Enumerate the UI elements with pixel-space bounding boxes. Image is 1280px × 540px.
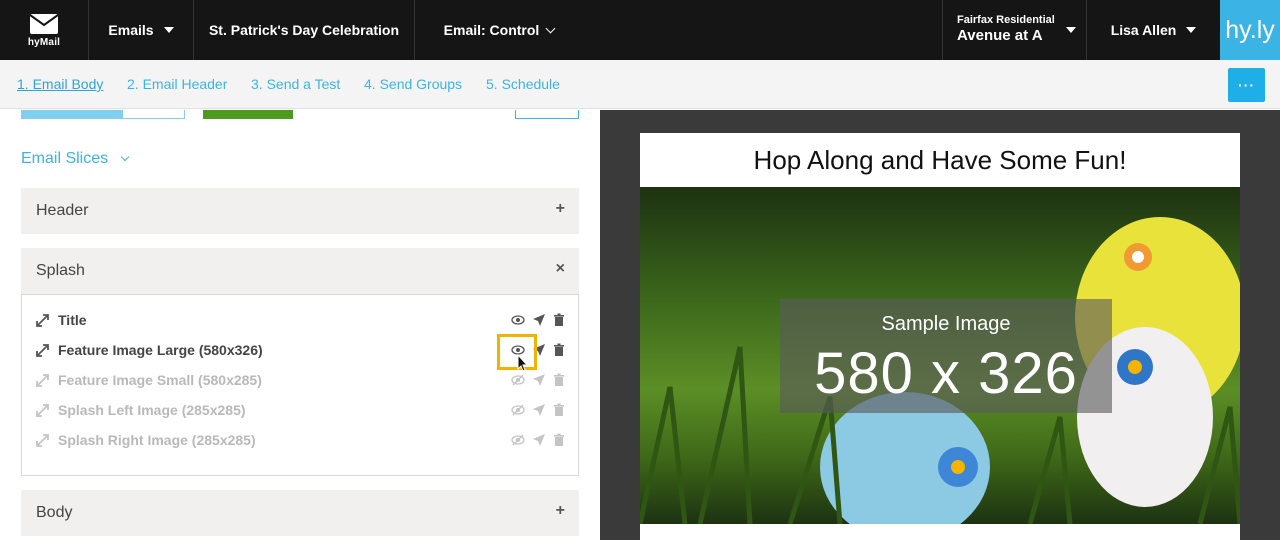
step-send-groups[interactable]: 4. Send Groups (364, 76, 462, 92)
slice-label: Feature Image Small (580x285) (58, 372, 262, 388)
section-header-label: Header (36, 202, 89, 219)
expand-icon[interactable] (36, 344, 49, 357)
toolbar-button-3[interactable] (515, 110, 579, 119)
steps-bar: 1. Email Body 2. Email Header 3. Send a … (0, 60, 1280, 109)
sample-image-overlay: Sample Image 580 x 326 (780, 299, 1112, 413)
top-navigation-bar: hyMail Emails St. Patrick's Day Celebrat… (0, 0, 1280, 60)
logo-label: hyMail (27, 37, 61, 48)
slice-label: Title (58, 312, 87, 328)
variant-label: Email: Control (443, 22, 540, 38)
caret-down-icon (1066, 27, 1076, 33)
brand-label: hy.ly (1225, 15, 1275, 44)
section-body-label: Body (36, 504, 73, 521)
email-title: Hop Along and Have Some Fun! (753, 144, 1127, 175)
toolbar-button-2[interactable] (122, 110, 185, 119)
send-icon[interactable] (532, 313, 546, 327)
section-splash-label: Splash (36, 262, 85, 279)
user-menu[interactable]: Lisa Allen (1087, 0, 1220, 60)
toolbar-button-1[interactable] (21, 110, 122, 119)
trash-icon[interactable] (552, 313, 566, 327)
feature-image: Sample Image 580 x 326 (640, 187, 1240, 524)
trash-icon[interactable] (552, 403, 566, 417)
editor-panel: Email Slices Header + Splash × Title Feat… (0, 110, 600, 540)
step-email-body[interactable]: 1. Email Body (17, 76, 103, 92)
step-schedule[interactable]: 5. Schedule (486, 76, 560, 92)
step-send-test[interactable]: 3. Send a Test (251, 76, 340, 92)
email-preview-pane: Hop Along and Have Some Fun! Sample Imag… (600, 110, 1280, 540)
emails-menu-label: Emails (108, 22, 154, 38)
splash-slice-list: Title Feature Image Large (580x326) Featur… (21, 294, 579, 476)
trash-icon[interactable] (552, 433, 566, 447)
send-icon[interactable] (532, 403, 546, 417)
mouse-cursor-icon (517, 354, 529, 372)
list-item[interactable]: Feature Image Large (580x326) (22, 335, 578, 365)
caret-down-icon (1186, 27, 1197, 33)
chevron-down-icon (120, 152, 129, 162)
plus-icon[interactable]: + (556, 200, 565, 218)
caret-down-icon (163, 27, 174, 33)
send-icon[interactable] (532, 373, 546, 387)
section-body[interactable]: Body + (21, 490, 579, 536)
sample-image-caption: Sample Image (881, 313, 1011, 335)
send-icon[interactable] (532, 433, 546, 447)
slice-label: Feature Image Large (580x326) (58, 342, 263, 358)
slice-label: Splash Right Image (285x285) (58, 432, 256, 448)
list-item[interactable]: Title (22, 305, 578, 335)
chevron-down-icon (545, 23, 556, 33)
close-icon[interactable]: × (556, 260, 565, 278)
list-item[interactable]: Splash Right Image (285x285) (22, 425, 578, 455)
hyly-brand-logo[interactable]: hy.ly (1220, 0, 1280, 60)
property-company: Fairfax Residential (957, 14, 1055, 26)
expand-icon[interactable] (36, 434, 49, 447)
list-item[interactable]: Splash Left Image (285x285) (22, 395, 578, 425)
property-selector[interactable]: Fairfax Residential Avenue at A (942, 0, 1087, 60)
trash-icon[interactable] (552, 343, 566, 357)
list-item[interactable]: Feature Image Small (580x285) (22, 365, 578, 395)
expand-icon[interactable] (36, 374, 49, 387)
eye-icon[interactable] (511, 313, 525, 327)
trash-icon[interactable] (552, 373, 566, 387)
campaign-label: St. Patrick's Day Celebration (208, 22, 400, 38)
emails-menu[interactable]: Emails (89, 0, 194, 60)
email-slices-dropdown[interactable]: Email Slices (21, 150, 129, 168)
plus-icon[interactable]: + (556, 502, 565, 520)
section-header[interactable]: Header + (21, 188, 579, 234)
sample-image-size: 580 x 326 (814, 341, 1078, 406)
email-slices-label: Email Slices (21, 150, 109, 167)
slice-label: Splash Left Image (285x285) (58, 402, 246, 418)
eye-hidden-icon[interactable] (511, 433, 525, 447)
email-preview: Hop Along and Have Some Fun! Sample Imag… (640, 133, 1240, 540)
property-name: Avenue at A (957, 27, 1043, 44)
campaign-title[interactable]: St. Patrick's Day Celebration (194, 0, 415, 60)
email-variant-menu[interactable]: Email: Control (415, 0, 583, 60)
eye-hidden-icon[interactable] (511, 373, 525, 387)
user-name: Lisa Allen (1110, 22, 1177, 38)
expand-icon[interactable] (36, 404, 49, 417)
envelope-icon (30, 14, 58, 34)
save-button[interactable] (203, 110, 293, 119)
expand-icon[interactable] (36, 314, 49, 327)
more-options-button[interactable]: ··· (1228, 68, 1265, 102)
step-email-header[interactable]: 2. Email Header (127, 76, 227, 92)
section-splash[interactable]: Splash × (21, 248, 579, 294)
eye-hidden-icon[interactable] (511, 403, 525, 417)
hymail-logo[interactable]: hyMail (0, 0, 89, 60)
